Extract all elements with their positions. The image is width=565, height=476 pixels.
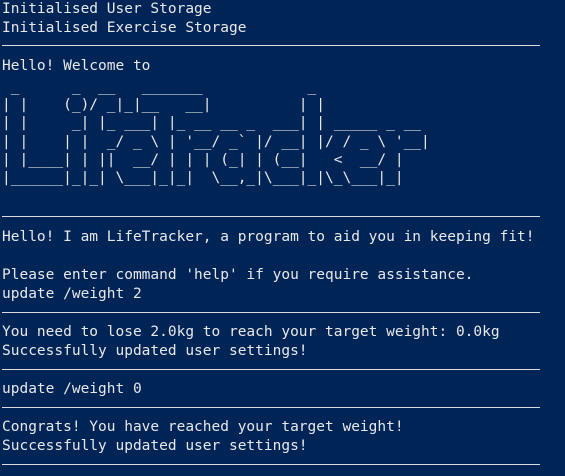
response-line: Successfully updated user settings! bbox=[2, 438, 308, 454]
response-line: Successfully updated user settings! bbox=[2, 343, 308, 359]
separator-line bbox=[2, 216, 540, 217]
separator-line bbox=[2, 312, 540, 313]
lifetracker-ascii-logo: _ _ __ _______ _ | | (_)/ _|_|__ __| | |… bbox=[2, 79, 430, 187]
help-hint: Please enter command 'help' if you requi… bbox=[2, 267, 474, 283]
separator-line bbox=[2, 369, 540, 370]
separator-line bbox=[2, 45, 540, 46]
user-command: update /weight 0 bbox=[2, 381, 142, 397]
intro-message: Hello! I am LifeTracker, a program to ai… bbox=[2, 229, 535, 245]
welcome-greeting: Hello! Welcome to bbox=[2, 58, 151, 74]
separator-line bbox=[2, 464, 540, 465]
response-line: You need to lose 2.0kg to reach your tar… bbox=[2, 324, 500, 340]
startup-line-user-storage: Initialised User Storage bbox=[2, 1, 212, 17]
startup-line-exercise-storage: Initialised Exercise Storage bbox=[2, 20, 247, 36]
user-command: update /weight 2 bbox=[2, 286, 142, 302]
response-line: Congrats! You have reached your target w… bbox=[2, 419, 404, 435]
separator-line bbox=[2, 407, 540, 408]
terminal-window[interactable]: Initialised User Storage Initialised Exe… bbox=[0, 0, 565, 476]
